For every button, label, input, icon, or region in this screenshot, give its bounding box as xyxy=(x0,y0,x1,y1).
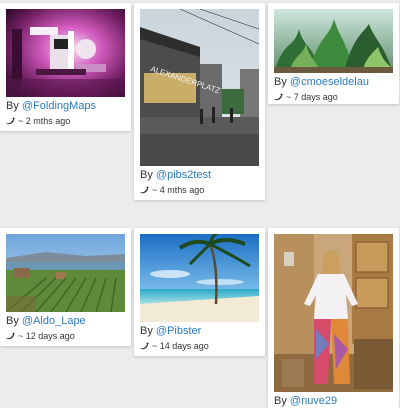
author-link[interactable]: @cmoeseldelau xyxy=(290,76,369,88)
author-link[interactable]: @pibs2test xyxy=(156,169,211,181)
by-prefix: By xyxy=(140,169,156,181)
photo-card[interactable]: By @cmoeseldelau ~ 7 days ago xyxy=(268,3,399,104)
by-prefix: By xyxy=(6,100,22,112)
post-meta: ~ 7 days ago xyxy=(274,92,393,102)
post-time: ~ 7 days ago xyxy=(286,92,338,102)
post-time: ~ 14 days ago xyxy=(152,341,209,351)
post-meta: ~ 4 mths ago xyxy=(140,185,259,195)
photo-thumbnail[interactable] xyxy=(6,234,125,312)
author-line: By @pibs2test xyxy=(140,169,259,181)
author-link[interactable]: @FoldingMaps xyxy=(22,100,96,112)
author-line: By @cmoeseldelau xyxy=(274,76,393,88)
post-time: ~ 2 mths ago xyxy=(18,116,71,126)
photo-card[interactable]: By @Aldo_Lape ~ 12 days ago xyxy=(0,228,131,346)
twitter-bird-icon xyxy=(6,332,15,340)
post-meta: ~ 12 days ago xyxy=(6,331,125,341)
twitter-bird-icon xyxy=(140,186,149,194)
author-link[interactable]: @Aldo_Lape xyxy=(22,315,86,327)
photo-thumbnail[interactable] xyxy=(6,9,125,97)
by-prefix: By xyxy=(274,76,290,88)
post-time: ~ 12 days ago xyxy=(18,331,75,341)
post-meta: ~ 2 mths ago xyxy=(6,116,125,126)
photo-thumbnail[interactable] xyxy=(274,9,393,73)
twitter-bird-icon xyxy=(140,342,149,350)
photo-thumbnail[interactable] xyxy=(140,234,259,322)
by-prefix: By xyxy=(274,395,290,407)
author-line: By @Aldo_Lape xyxy=(6,315,125,327)
by-prefix: By xyxy=(140,325,156,337)
twitter-bird-icon xyxy=(6,117,15,125)
twitter-bird-icon xyxy=(274,93,283,101)
photo-card[interactable]: By @nuve29 xyxy=(268,228,399,408)
author-line: By @Pibster xyxy=(140,325,259,337)
post-meta: ~ 14 days ago xyxy=(140,341,259,351)
by-prefix: By xyxy=(6,315,22,327)
author-line: By @FoldingMaps xyxy=(6,100,125,112)
photo-thumbnail[interactable] xyxy=(274,234,393,392)
author-link[interactable]: @nuve29 xyxy=(290,395,337,407)
author-line: By @nuve29 xyxy=(274,395,393,407)
photo-card[interactable]: By @FoldingMaps ~ 2 mths ago xyxy=(0,3,131,131)
author-link[interactable]: @Pibster xyxy=(156,325,201,337)
post-time: ~ 4 mths ago xyxy=(152,185,205,195)
photo-card[interactable]: By @Pibster ~ 14 days ago xyxy=(134,228,265,356)
photo-thumbnail[interactable]: ALEXANDERPLATZ xyxy=(140,9,259,166)
photo-card[interactable]: ALEXANDERPLATZ By @pibs2test ~ 4 mths ag… xyxy=(134,3,265,200)
